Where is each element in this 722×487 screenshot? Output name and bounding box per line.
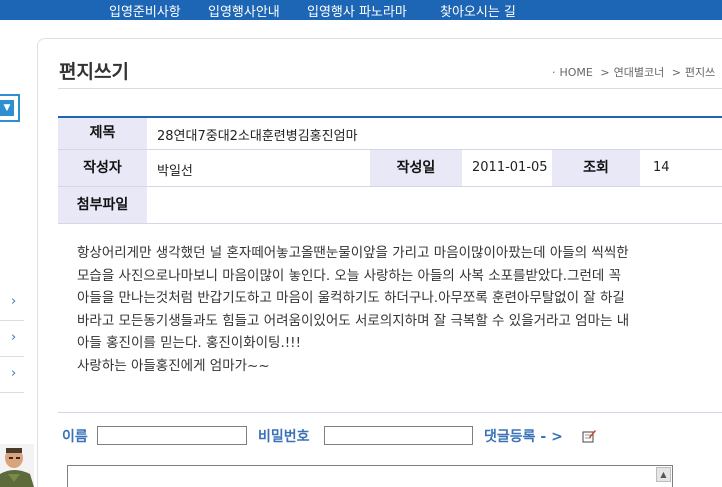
nav-item-event-guide[interactable]: 입영행사안내 <box>208 1 280 20</box>
title-divider <box>58 88 722 89</box>
breadcrumb: · HOME > 연대별코너 > 편지쓰 <box>552 64 719 80</box>
soldier-avatar-image <box>0 444 34 487</box>
chevron-right-icon: › <box>11 294 17 309</box>
page-title: 편지쓰기 <box>59 61 129 83</box>
nav-item-preparation[interactable]: 입영준비사항 <box>109 1 181 20</box>
author-label: 작성자 <box>58 150 147 186</box>
breadcrumb-bullet: · <box>552 66 556 79</box>
comment-form: 이름 비밀번호 댓글등록 - > <box>60 423 722 447</box>
row-divider <box>58 223 722 224</box>
post-body-line: 항상어리게만 생각했던 널 혼자떼어놓고올땐눈물이앞을 가리고 마음이많이아팠는… <box>77 245 629 261</box>
nav-item-panorama[interactable]: 입영행사 파노라마 <box>307 1 407 20</box>
post-body-line: 모습을 사진으로나마보니 마음이많이 놓인다. 오늘 사랑하는 아들의 사복 소… <box>77 267 622 284</box>
attachment-label: 첨부파일 <box>58 187 147 223</box>
breadcrumb-separator: > <box>671 66 681 79</box>
chevron-down-icon: ▼ <box>0 100 14 116</box>
subject-label: 제목 <box>58 118 147 149</box>
views-label: 조회 <box>552 150 640 186</box>
post-body-line: 아들 홍진이를 믿는다. 홍진이화이팅.!!! <box>77 335 301 351</box>
date-value: 2011-01-05 <box>472 160 548 175</box>
name-label: 이름 <box>62 429 88 445</box>
comment-textarea[interactable] <box>67 465 673 487</box>
info-table-top-border <box>58 116 722 118</box>
password-label: 비밀번호 <box>258 429 310 445</box>
name-input[interactable] <box>97 426 247 445</box>
row-divider <box>58 186 722 187</box>
password-input[interactable] <box>324 426 473 445</box>
author-value: 박일선 <box>157 164 193 179</box>
sidebar-item-1[interactable]: › <box>0 285 24 321</box>
post-body-line: 사랑하는 아들홍진에게 엄마가~~ <box>77 357 270 374</box>
scroll-up-arrow-icon[interactable]: ▲ <box>656 467 671 482</box>
breadcrumb-home[interactable]: HOME <box>560 66 593 79</box>
breadcrumb-regiment-corner[interactable]: 연대별코너 <box>614 66 665 79</box>
top-navigation: 입영준비사항 입영행사안내 입영행사 파노라마 찾아오시는 길 <box>0 0 722 20</box>
nav-item-directions[interactable]: 찾아오시는 길 <box>440 1 516 20</box>
write-icon[interactable] <box>582 429 596 443</box>
post-body-line: 아들을 만나는것처럼 반갑기도하고 마음이 울컥하기도 하더구나.아무쪼록 훈련… <box>77 290 625 306</box>
breadcrumb-current: 편지쓰 <box>684 66 716 79</box>
chevron-right-icon: › <box>11 366 17 381</box>
subject-value: 28연대7중대2소대훈련병김홍진엄마 <box>157 129 358 144</box>
sidebar-item-2[interactable]: › <box>0 321 24 357</box>
sidebar-selected-dropdown[interactable]: ▼ <box>0 94 20 122</box>
post-body-line: 바라고 모든동기생들과도 힘들고 어려움이있어도 서로의지하며 잘 극복할 수 … <box>77 312 630 329</box>
sidebar-item-3[interactable]: › <box>0 357 24 393</box>
left-sidebar: ▼ › › › <box>0 20 36 487</box>
breadcrumb-separator: > <box>600 66 610 79</box>
comment-divider <box>58 412 722 413</box>
post-body: 항상어리게만 생각했던 널 혼자떼어놓고올땐눈물이앞을 가리고 마음이많이아팠는… <box>77 242 717 377</box>
comment-submit-button[interactable]: 댓글등록 - > <box>484 426 563 446</box>
views-value: 14 <box>653 160 670 175</box>
chevron-right-icon: › <box>11 330 17 345</box>
date-label: 작성일 <box>370 150 462 186</box>
